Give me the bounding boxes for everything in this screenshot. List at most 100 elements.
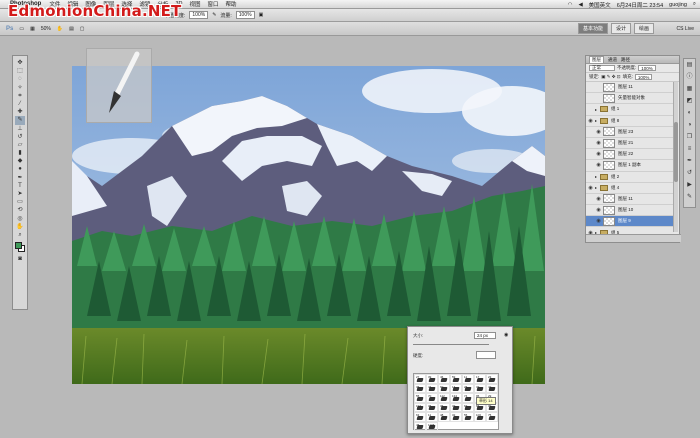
workspace-design[interactable]: 设计 — [610, 23, 631, 34]
brush-preset-cell[interactable]: 48 — [438, 412, 450, 422]
color-swatches[interactable] — [15, 242, 25, 253]
brush-preset-cell[interactable]: 11 — [462, 374, 474, 384]
3d-orbit-tool-icon[interactable]: ◎ — [15, 215, 25, 223]
layer-row[interactable]: ◉ 图层 21 — [586, 137, 674, 150]
marquee-tool-icon[interactable]: ⬚ — [15, 67, 25, 75]
brush-preset-cell[interactable]: 1106 — [426, 421, 438, 431]
tab-paths[interactable]: 路径 — [621, 57, 630, 63]
layer-opacity-input[interactable]: 100% — [638, 65, 656, 71]
visibility-eye-icon[interactable]: ◉ — [594, 151, 603, 157]
lock-icon[interactable]: ▣ ✎ ✥ ⊡ — [601, 74, 620, 80]
tablet-icon[interactable]: ▣ — [259, 12, 264, 18]
brush-preset-cell[interactable]: 46 — [438, 374, 450, 384]
fill-input[interactable]: 100% — [634, 74, 653, 80]
visibility-eye-icon[interactable]: ◉ — [594, 140, 603, 146]
brush-preset-cell[interactable]: 42 — [486, 383, 498, 393]
wifi-icon[interactable]: ◠ — [568, 2, 573, 8]
layer-row[interactable]: ◉ 图层 10 — [586, 205, 674, 217]
screen-mode-icon[interactable]: ▢ — [80, 26, 85, 32]
history-icon[interactable]: ↺ — [686, 169, 694, 177]
visibility-eye-icon[interactable]: ◉ — [594, 207, 603, 213]
workspace-painting[interactable]: 绘画 — [633, 23, 654, 34]
cs-live-button[interactable]: CS Live — [676, 26, 694, 32]
layer-row[interactable]: 图层 11 — [586, 82, 674, 94]
paths-icon[interactable]: ✒ — [686, 157, 694, 165]
layer-row[interactable]: ◉ 图层 22 — [586, 149, 674, 161]
brush-preset-cell[interactable]: 33 — [474, 383, 486, 393]
info-icon[interactable]: ⓘ — [686, 73, 694, 81]
brush-preset-cell[interactable]: 63 — [462, 402, 474, 412]
layers-icon[interactable]: ❐ — [686, 133, 694, 141]
history-brush-tool-icon[interactable]: ↺ — [15, 133, 25, 141]
search-icon[interactable]: ⌕ — [693, 1, 696, 8]
brush-preset-cell[interactable]: 134 — [450, 393, 462, 403]
type-tool-icon[interactable]: T — [15, 182, 25, 190]
menu-view[interactable]: 视图 — [189, 0, 200, 8]
opacity-input[interactable]: 100% — [189, 11, 209, 19]
adjustments-icon[interactable]: ◐ — [686, 109, 694, 117]
brush-preset-cell[interactable]: 60 — [438, 383, 450, 393]
flow-input[interactable]: 100% — [235, 11, 255, 19]
layer-group-row[interactable]: ◉ ▸ 组 8 — [586, 115, 674, 127]
channels-icon[interactable]: ≡ — [686, 145, 694, 153]
hand-icon[interactable]: ✋ — [57, 26, 63, 32]
brush-preset-cell[interactable]: 70 — [426, 393, 438, 403]
swatches-icon[interactable]: ▦ — [686, 85, 694, 93]
menu-window[interactable]: 窗口 — [207, 0, 218, 8]
brush-preset-cell[interactable]: 33 — [450, 402, 462, 412]
layer-row[interactable]: ◉ 图层 11 — [586, 193, 674, 206]
gradient-tool-icon[interactable]: ▮ — [15, 149, 25, 157]
user-name[interactable]: guojing — [669, 2, 687, 8]
brush-preset-cell[interactable]: 112 — [438, 393, 450, 403]
brush-preset-cell[interactable]: 74 — [462, 393, 474, 403]
hardness-input[interactable] — [476, 351, 496, 359]
brush-preset-cell[interactable]: 27 — [414, 374, 426, 384]
size-slider[interactable] — [413, 344, 489, 345]
picker-menu-icon[interactable]: ◉ — [504, 332, 508, 338]
brush-tool-icon[interactable]: ✎ — [15, 116, 25, 125]
path-select-tool-icon[interactable]: ➤ — [15, 190, 25, 198]
dodge-tool-icon[interactable]: ● — [15, 165, 25, 173]
zoom-level[interactable]: 50% — [41, 26, 51, 32]
move-tool-icon[interactable]: ✥ — [15, 59, 25, 67]
layer-group-row[interactable]: ▸ 组 2 — [586, 171, 674, 183]
crop-tool-icon[interactable]: ⌗ — [15, 92, 25, 100]
stamp-tool-icon[interactable]: ⊥ — [15, 125, 25, 133]
brush-preset-cell[interactable]: 36 — [414, 383, 426, 393]
brush-preset-cell[interactable]: 23 — [486, 374, 498, 384]
eraser-tool-icon[interactable]: ▱ — [15, 141, 25, 149]
blur-tool-icon[interactable]: ◆ — [15, 157, 25, 165]
workspace-essentials[interactable]: 基本功能 — [577, 23, 608, 34]
masks-icon[interactable]: ◑ — [686, 121, 694, 129]
brush-preset-cell[interactable]: 26 — [462, 383, 474, 393]
brush-preset-cell[interactable]: 55 — [462, 412, 474, 422]
eyedropper-tool-icon[interactable]: ⁄ — [15, 100, 25, 108]
hand-tool-icon[interactable]: ✋ — [15, 223, 25, 231]
brush-preset-cell[interactable]: 36 — [438, 402, 450, 412]
brush-preset-cell[interactable]: 192 — [414, 402, 426, 412]
visibility-eye-icon[interactable]: ◉ — [586, 118, 595, 124]
visibility-eye-icon[interactable]: ◉ — [586, 185, 595, 191]
quick-select-tool-icon[interactable]: ✧ — [15, 84, 25, 92]
visibility-eye-icon[interactable]: ◉ — [594, 196, 603, 202]
menu-help[interactable]: 帮助 — [226, 0, 237, 8]
airbrush-icon[interactable]: ✎ — [212, 12, 216, 18]
clock[interactable]: 6月24日周二 23:54 — [617, 1, 663, 9]
brush-preset-cell[interactable]: 36 — [426, 402, 438, 412]
layer-row[interactable]: 矢量智能对象 — [586, 93, 674, 105]
tab-layers[interactable]: 图层 — [589, 56, 604, 63]
heal-tool-icon[interactable]: ✚ — [15, 108, 25, 116]
lasso-tool-icon[interactable]: ◌ — [15, 75, 25, 83]
foreground-color-swatch[interactable] — [15, 242, 22, 250]
brush-preset-cell[interactable]: 39 — [426, 374, 438, 384]
layers-scrollbar[interactable] — [673, 82, 678, 232]
volume-icon[interactable]: ◀ — [578, 2, 582, 8]
actions-icon[interactable]: ▶ — [686, 181, 694, 189]
visibility-eye-icon[interactable]: ◉ — [594, 218, 603, 224]
brush-preset-cell[interactable]: 17 — [474, 374, 486, 384]
layer-row[interactable]: ◉ 图层 23 — [586, 126, 674, 138]
size-input[interactable]: 24 px — [474, 332, 496, 339]
scroll-thumb[interactable] — [674, 122, 678, 182]
brush-presets-icon[interactable]: ✎ — [686, 193, 694, 201]
styles-icon[interactable]: ◩ — [686, 97, 694, 105]
